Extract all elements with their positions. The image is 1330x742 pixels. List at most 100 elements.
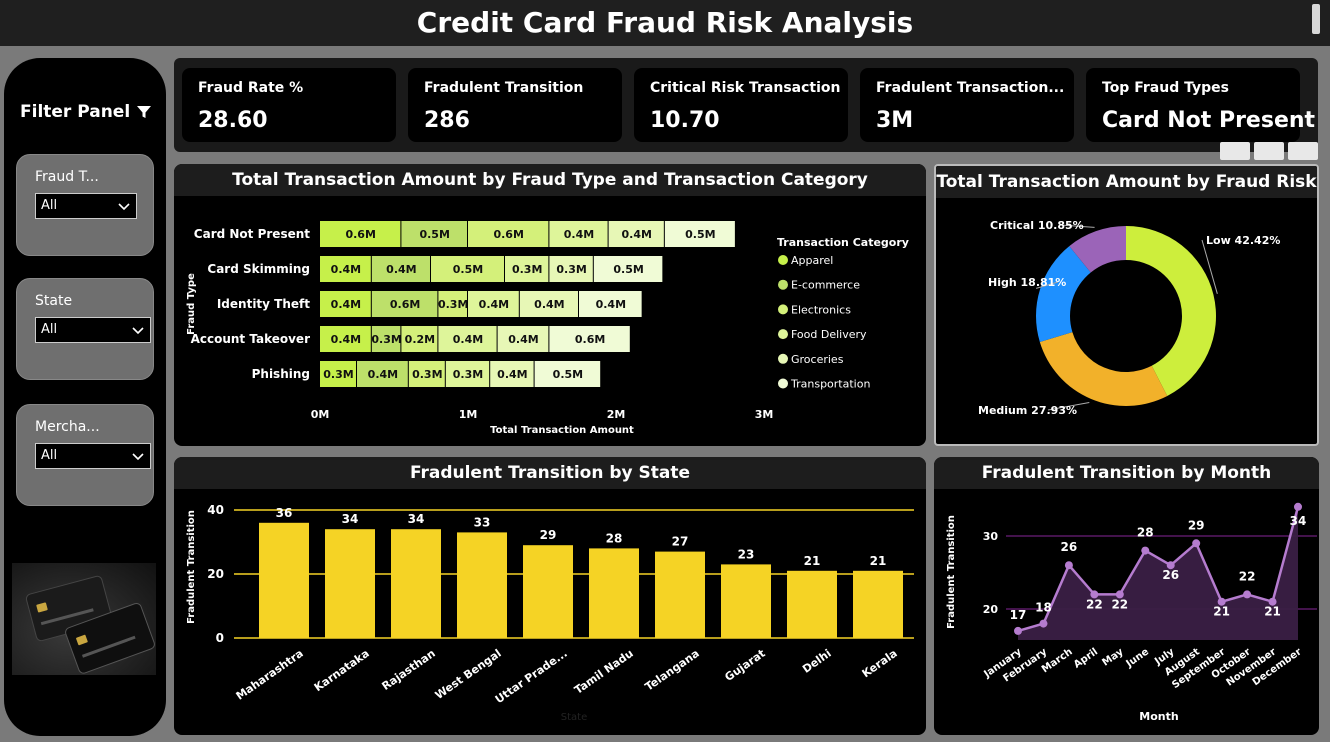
bar — [589, 548, 639, 638]
fraud-type-dropdown[interactable]: All — [35, 193, 137, 219]
data-label: 26 — [1061, 540, 1078, 554]
legend-marker — [778, 279, 788, 290]
data-label: 28 — [1137, 526, 1154, 540]
data-label: 28 — [606, 531, 623, 545]
x-tick-label: 0M — [311, 408, 330, 421]
y-tick-label: 30 — [983, 530, 999, 543]
slicer-fraud-type: Fraud T... All — [16, 154, 154, 256]
data-label: 0.4M — [497, 368, 527, 381]
stacked-bar-chart: Card Not Present 0.6M 0.5M 0.6M 0.4M 0.4M 0.5M… — [186, 221, 909, 436]
data-label: 0.6M — [345, 228, 375, 241]
bar — [721, 564, 771, 638]
x-tick-label: Uttar Prade... — [493, 647, 570, 706]
data-label: 29 — [540, 528, 557, 542]
kpi-title: Fraud Rate % — [198, 80, 304, 96]
data-label: 23 — [738, 547, 755, 561]
data-point — [1064, 561, 1073, 570]
data-label: 0.4M — [331, 263, 361, 276]
chevron-down-icon — [118, 203, 130, 211]
x-tick-label: Gujarat — [722, 647, 767, 684]
chart-month: Fradulent Transition by Month 20 30 17 Janu… — [934, 457, 1319, 735]
slicer-state: State All — [16, 278, 154, 380]
state-dropdown[interactable]: All — [35, 317, 151, 343]
merchant-dropdown[interactable]: All — [35, 443, 151, 469]
data-label: 0.4M — [453, 333, 483, 346]
data-label: 22 — [1239, 569, 1256, 583]
bar — [457, 532, 507, 638]
chevron-down-icon — [132, 453, 144, 461]
legend-item: Electronics — [791, 303, 851, 316]
x-tick-label: Kerala — [860, 647, 900, 681]
dropdown-value: All — [41, 198, 58, 213]
slice-label: Low 42.42% — [1206, 234, 1280, 247]
data-point — [1294, 502, 1302, 511]
legend-marker — [778, 329, 788, 340]
title-bar: Credit Card Fraud Risk Analysis — [0, 0, 1330, 46]
chevron-down-icon — [132, 327, 144, 335]
data-label: 18 — [1035, 601, 1052, 615]
data-label: 22 — [1111, 597, 1128, 611]
legend-marker — [778, 353, 788, 364]
bar — [655, 551, 705, 638]
data-label: 0.4M — [622, 228, 652, 241]
bar — [391, 529, 441, 638]
page-title: Credit Card Fraud Risk Analysis — [416, 6, 914, 39]
visual-header-icon[interactable] — [1220, 142, 1250, 160]
data-label: 34 — [342, 512, 359, 526]
data-label: 0.4M — [386, 263, 416, 276]
kpi-fraud-rate: Fraud Rate % 28.60 — [182, 68, 396, 142]
data-label: 0.5M — [613, 263, 643, 276]
data-label: 29 — [1188, 518, 1205, 532]
x-tick-label: 3M — [755, 408, 774, 421]
data-label: 22 — [1086, 597, 1103, 611]
data-label: 0.3M — [438, 298, 468, 311]
y-tick-label: 20 — [207, 567, 224, 581]
data-label: 0.4M — [331, 333, 361, 346]
data-label: 0.5M — [553, 368, 583, 381]
legend-marker — [778, 378, 788, 389]
data-label: 0.4M — [368, 368, 398, 381]
data-label: 0.3M — [512, 263, 542, 276]
legend-item: Transportation — [790, 378, 870, 391]
data-label: 33 — [474, 515, 491, 529]
slicer-merchant: Mercha... All — [16, 404, 154, 506]
filter-panel-label: Filter Panel — [20, 102, 131, 122]
data-label: 0.5M — [685, 228, 715, 241]
legend-item: Food Delivery — [791, 328, 867, 341]
category-label: Card Not Present — [194, 227, 310, 241]
y-axis-title: Fraud Type — [186, 273, 197, 335]
data-label: 0.3M — [371, 333, 401, 346]
area-chart: 203017January18February26March22April22M… — [946, 502, 1317, 723]
kpi-fraudulent-transition: Fradulent Transition 286 — [408, 68, 622, 142]
scrollbar-thumb[interactable] — [1312, 4, 1320, 34]
data-label: 0.5M — [453, 263, 483, 276]
data-label: 0.3M — [556, 263, 586, 276]
kpi-value: 10.70 — [650, 108, 720, 133]
category-label: Identity Theft — [217, 297, 310, 311]
data-label: 27 — [672, 535, 689, 549]
x-tick-label: West Bengal — [433, 647, 504, 702]
data-label: 0.5M — [419, 228, 449, 241]
x-tick-label: Delhi — [800, 647, 834, 676]
data-label: 0.3M — [453, 368, 483, 381]
x-tick-label: 1M — [459, 408, 478, 421]
kpi-value: 3M — [876, 108, 914, 133]
slicer-label: Fraud T... — [35, 169, 99, 185]
kpi-title: Fradulent Transition — [424, 80, 584, 96]
chart-state: Fradulent Transition by State 0 20 40 36 Mah… — [174, 457, 926, 735]
data-label: 0.3M — [323, 368, 353, 381]
x-tick-label: 2M — [607, 408, 626, 421]
bar-chart: 0 20 40 36 Maharashtra 34 Karnataka 34 Rajasthan… — [186, 503, 914, 723]
category-label: Phishing — [252, 367, 310, 381]
more-options-icon[interactable] — [1288, 142, 1318, 160]
data-point — [1141, 546, 1150, 555]
focus-mode-icon[interactable] — [1254, 142, 1284, 160]
y-axis-title: Fradulent Transition — [946, 515, 957, 629]
kpi-critical-risk: Critical Risk Transaction 10.70 — [634, 68, 848, 142]
data-label: 34 — [1290, 514, 1307, 528]
dropdown-value: All — [41, 322, 58, 337]
legend-marker — [778, 255, 788, 265]
slice-label: Medium 27.93% — [978, 404, 1077, 417]
x-tick-label: June — [1124, 646, 1152, 670]
bar — [523, 545, 573, 638]
